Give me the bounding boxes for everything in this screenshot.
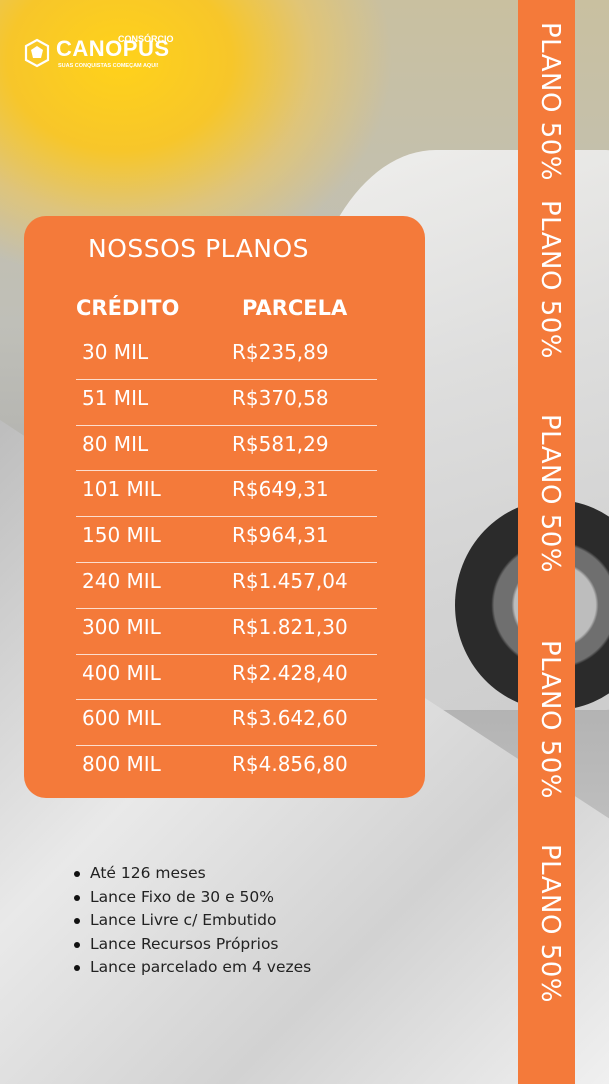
feature-item: Até 126 meses (74, 862, 311, 886)
canopus-star-icon (24, 38, 50, 68)
credit-value: 800 MIL (82, 752, 161, 777)
credit-value: 30 MIL (82, 340, 149, 364)
credit-value: 80 MIL (82, 431, 149, 456)
feature-item: Lance Fixo de 30 e 50% (74, 886, 311, 910)
side-banner-text: PLANO 50% (535, 22, 565, 182)
side-banner: PLANO 50% PLANO 50% PLANO 50% PLANO 50% … (518, 0, 575, 1084)
plan-row: 51 MIL R$370,58 (24, 380, 425, 426)
plan-row: 800 MIL R$4.856,80 (24, 746, 425, 792)
plan-row: 400 MIL R$2.428,40 (24, 655, 425, 701)
installment-value: R$581,29 (232, 431, 329, 456)
installment-value: R$4.856,80 (232, 752, 348, 777)
side-banner-text: PLANO 50% (535, 414, 565, 574)
plans-title: NOSSOS PLANOS (88, 234, 310, 263)
installment-value: R$3.642,60 (232, 706, 348, 731)
plan-row: 30 MIL R$235,89 (24, 334, 425, 380)
credit-value: 150 MIL (82, 523, 161, 548)
credit-value: 400 MIL (82, 660, 161, 685)
plan-row: 300 MIL R$1.821,30 (24, 609, 425, 655)
side-banner-text: PLANO 50% (535, 200, 565, 360)
plan-row: 80 MIL R$581,29 (24, 426, 425, 472)
brand-name: CANOPUS (56, 36, 170, 61)
brand-tagline: SUAS CONQUISTAS COMEÇAM AQUI! (58, 63, 159, 69)
credit-value: 600 MIL (82, 706, 161, 731)
plan-row: 101 MIL R$649,31 (24, 471, 425, 518)
plan-row: 600 MIL R$3.642,60 (24, 700, 425, 747)
plan-row: 240 MIL R$1.457,04 (24, 563, 425, 609)
installment-value: R$2.428,40 (232, 660, 348, 685)
credit-column-header: CRÉDITO (76, 296, 180, 320)
credit-value: 240 MIL (82, 568, 161, 593)
plans-table: 30 MIL R$235,89 51 MIL R$370,58 80 MIL R$58… (24, 334, 425, 792)
installment-value: R$649,31 (232, 477, 329, 502)
installment-value: R$1.821,30 (232, 614, 348, 639)
credit-value: 300 MIL (82, 614, 161, 639)
credit-value: 51 MIL (82, 385, 149, 410)
feature-item: Lance parcelado em 4 vezes (74, 956, 311, 980)
side-banner-text: PLANO 50% (535, 844, 565, 1004)
side-banner-text: PLANO 50% (535, 640, 565, 800)
credit-value: 101 MIL (82, 477, 161, 502)
brand-logo: CONSÓRCIO CANOPUS SUAS CONQUISTAS COMEÇA… (22, 34, 202, 84)
feature-item: Lance Livre c/ Embutido (74, 909, 311, 933)
installment-value: R$235,89 (232, 340, 329, 364)
plan-row: 150 MIL R$964,31 (24, 517, 425, 563)
installment-value: R$370,58 (232, 385, 329, 410)
installment-value: R$964,31 (232, 523, 329, 548)
feature-item: Lance Recursos Próprios (74, 933, 311, 957)
features-list: Até 126 meses Lance Fixo de 30 e 50% Lan… (74, 862, 311, 980)
installment-value: R$1.457,04 (232, 568, 348, 593)
plans-card: NOSSOS PLANOS CRÉDITO PARCELA 30 MIL R$23… (24, 216, 425, 798)
installment-column-header: PARCELA (242, 296, 348, 320)
